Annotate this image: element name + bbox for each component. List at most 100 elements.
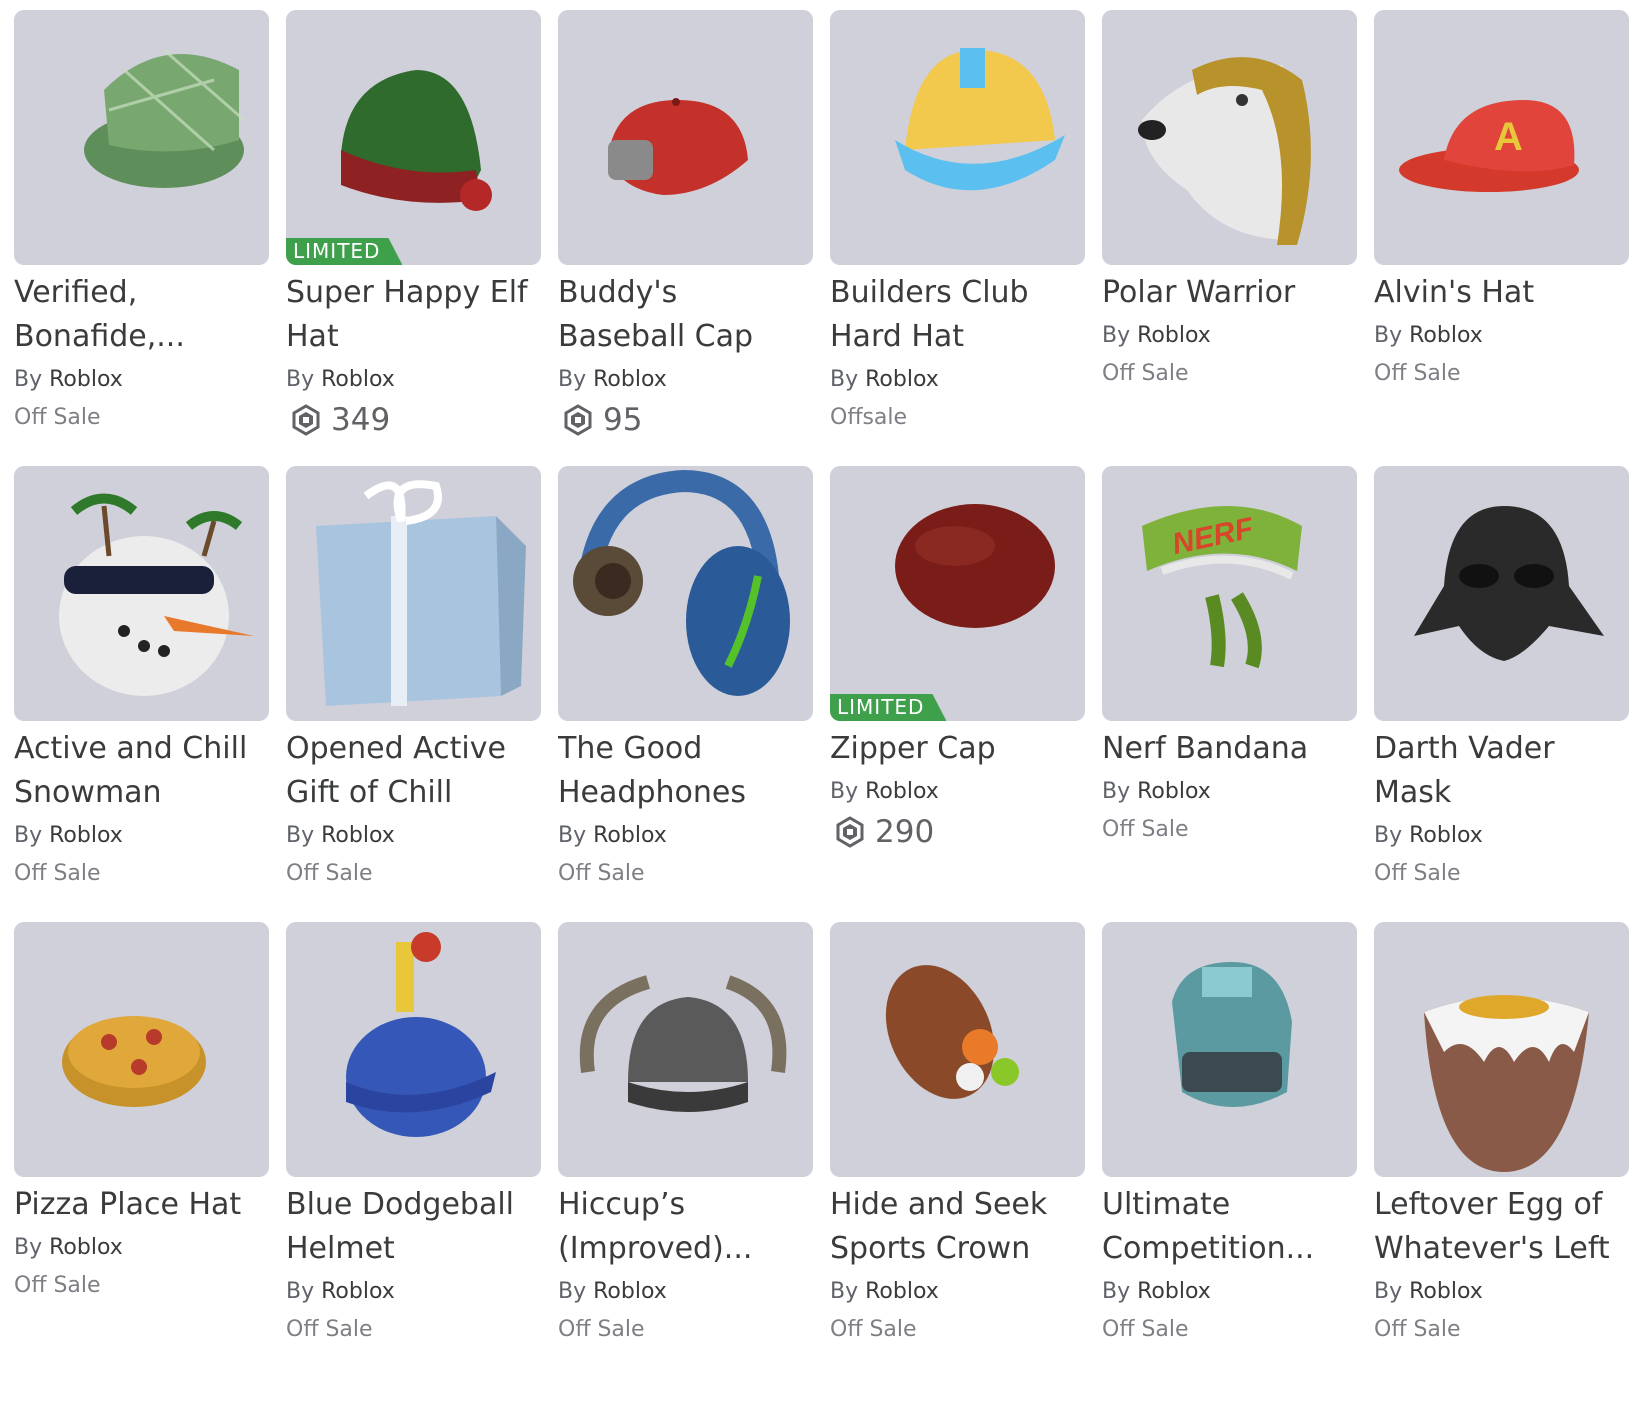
by-label: By [286,1279,315,1304]
egg-image [1424,995,1589,1172]
catalog-item-card[interactable]: Leftover Egg of Whatever's Left By Roblox… [1374,922,1629,1378]
catalog-item-card[interactable]: A Alvin's Hat By Roblox Off Sale [1374,10,1629,466]
catalog-item-card[interactable]: Blue Dodgeball Helmet By Roblox Off Sale [286,922,541,1378]
creator-name-link[interactable]: Roblox [1137,1279,1211,1304]
creator-name-link[interactable]: Roblox [321,1279,395,1304]
sale-status: Off Sale [558,1317,645,1342]
by-label: By [830,779,859,804]
item-thumbnail[interactable] [14,922,269,1177]
catalog-item-card[interactable]: Verified, Bonafide,... By Roblox Off Sale [14,10,269,466]
catalog-item-card[interactable]: Pizza Place Hat By Roblox Off Sale [14,922,269,1378]
catalog-item-card[interactable]: Darth Vader Mask By Roblox Off Sale [1374,466,1629,922]
item-name[interactable]: Super Happy Elf Hat [286,271,541,359]
item-thumbnail[interactable] [1102,10,1357,265]
item-name[interactable]: Verified, Bonafide,... [14,271,269,359]
catalog-item-card[interactable]: Hiccup’s (Improved)... By Roblox Off Sale [558,922,813,1378]
creator-name-link[interactable]: Roblox [321,823,395,848]
item-thumbnail[interactable] [286,922,541,1177]
catalog-grid: Verified, Bonafide,... By Roblox Off Sale L… [14,10,1629,1378]
by-label: By [14,1235,43,1260]
item-name[interactable]: Pizza Place Hat [14,1183,269,1227]
item-creator: By Roblox [830,773,1085,811]
item-thumbnail[interactable] [1374,922,1629,1177]
catalog-item-card[interactable]: Polar Warrior By Roblox Off Sale [1102,10,1357,466]
item-name[interactable]: Hide and Seek Sports Crown [830,1183,1085,1271]
creator-name-link[interactable]: Roblox [593,367,667,392]
creator-name-link[interactable]: Roblox [593,1279,667,1304]
item-name[interactable]: Buddy's Baseball Cap [558,271,813,359]
catalog-item-card[interactable]: Ultimate Competition... By Roblox Off Sale [1102,922,1357,1378]
item-thumbnail[interactable] [830,10,1085,265]
creator-name-link[interactable]: Roblox [1409,323,1483,348]
creator-name-link[interactable]: Roblox [593,823,667,848]
by-label: By [1374,823,1403,848]
item-thumbnail[interactable]: A [1374,10,1629,265]
creator-name-link[interactable]: Roblox [865,1279,939,1304]
price-value: 290 [875,814,935,850]
item-thumbnail[interactable] [830,922,1085,1177]
by-label: By [1102,323,1131,348]
creator-name-link[interactable]: Roblox [49,823,123,848]
sale-status: Off Sale [14,861,101,886]
creator-name-link[interactable]: Roblox [1409,1279,1483,1304]
item-name[interactable]: Zipper Cap [830,727,1085,771]
sale-status: Off Sale [1374,361,1461,386]
zipper-cap-image [895,504,1055,628]
item-thumbnail[interactable] [14,10,269,265]
creator-name-link[interactable]: Roblox [1137,779,1211,804]
sale-status: Off Sale [1102,361,1189,386]
item-thumbnail[interactable]: NERF [1102,466,1357,721]
item-creator: By Roblox [286,1273,541,1311]
catalog-item-card[interactable]: Builders Club Hard Hat By Roblox Offsale [830,10,1085,466]
item-creator: By Roblox [558,361,813,399]
sale-status: Offsale [830,405,908,430]
by-label: By [1374,323,1403,348]
item-name[interactable]: Opened Active Gift of Chill [286,727,541,815]
creator-name-link[interactable]: Roblox [1137,323,1211,348]
item-thumbnail[interactable] [14,466,269,721]
item-price: 290 [830,811,1085,853]
item-name[interactable]: Active and Chill Snowman [14,727,269,815]
item-name[interactable]: Polar Warrior [1102,271,1357,315]
creator-name-link[interactable]: Roblox [865,367,939,392]
item-name[interactable]: Blue Dodgeball Helmet [286,1183,541,1271]
item-name[interactable]: The Good Headphones [558,727,813,815]
catalog-item-card[interactable]: Hide and Seek Sports Crown By Roblox Off S… [830,922,1085,1378]
creator-name-link[interactable]: Roblox [1409,823,1483,848]
item-name[interactable]: Ultimate Competition... [1102,1183,1357,1271]
item-thumbnail[interactable] [558,466,813,721]
price-value: 349 [331,402,391,438]
catalog-item-card[interactable]: LIMITED Zipper Cap By Roblox 290 [830,466,1085,922]
catalog-item-card[interactable]: The Good Headphones By Roblox Off Sale [558,466,813,922]
item-thumbnail[interactable]: LIMITED [286,10,541,265]
creator-name-link[interactable]: Roblox [49,1235,123,1260]
item-thumbnail[interactable] [558,922,813,1177]
item-creator: By Roblox [830,361,1085,399]
creator-name-link[interactable]: Roblox [49,367,123,392]
item-name[interactable]: Leftover Egg of Whatever's Left [1374,1183,1629,1271]
item-name[interactable]: Builders Club Hard Hat [830,271,1085,359]
catalog-item-card[interactable]: LIMITED Super Happy Elf Hat By Roblox 349 [286,10,541,466]
item-creator: By Roblox [1102,317,1357,355]
by-label: By [558,823,587,848]
item-name[interactable]: Nerf Bandana [1102,727,1357,771]
catalog-item-card[interactable]: Opened Active Gift of Chill By Roblox Off … [286,466,541,922]
hard-hat-image [895,48,1065,191]
sale-status: Off Sale [1102,1317,1189,1342]
item-name[interactable]: Alvin's Hat [1374,271,1629,315]
item-name[interactable]: Hiccup’s (Improved)... [558,1183,813,1271]
catalog-item-card[interactable]: Active and Chill Snowman By Roblox Off Sal… [14,466,269,922]
catalog-item-card[interactable]: Buddy's Baseball Cap By Roblox 95 [558,10,813,466]
item-thumbnail[interactable] [1374,466,1629,721]
item-thumbnail[interactable] [286,466,541,721]
sports-crown-image [885,965,1019,1099]
item-thumbnail[interactable]: LIMITED [830,466,1085,721]
item-name[interactable]: Darth Vader Mask [1374,727,1629,815]
sale-status: Off Sale [1374,861,1461,886]
catalog-item-card[interactable]: NERF Nerf Bandana By Roblox Off Sale [1102,466,1357,922]
item-thumbnail[interactable] [558,10,813,265]
item-thumbnail[interactable] [1102,922,1357,1177]
pizza-image [62,1016,206,1107]
creator-name-link[interactable]: Roblox [865,779,939,804]
creator-name-link[interactable]: Roblox [321,367,395,392]
